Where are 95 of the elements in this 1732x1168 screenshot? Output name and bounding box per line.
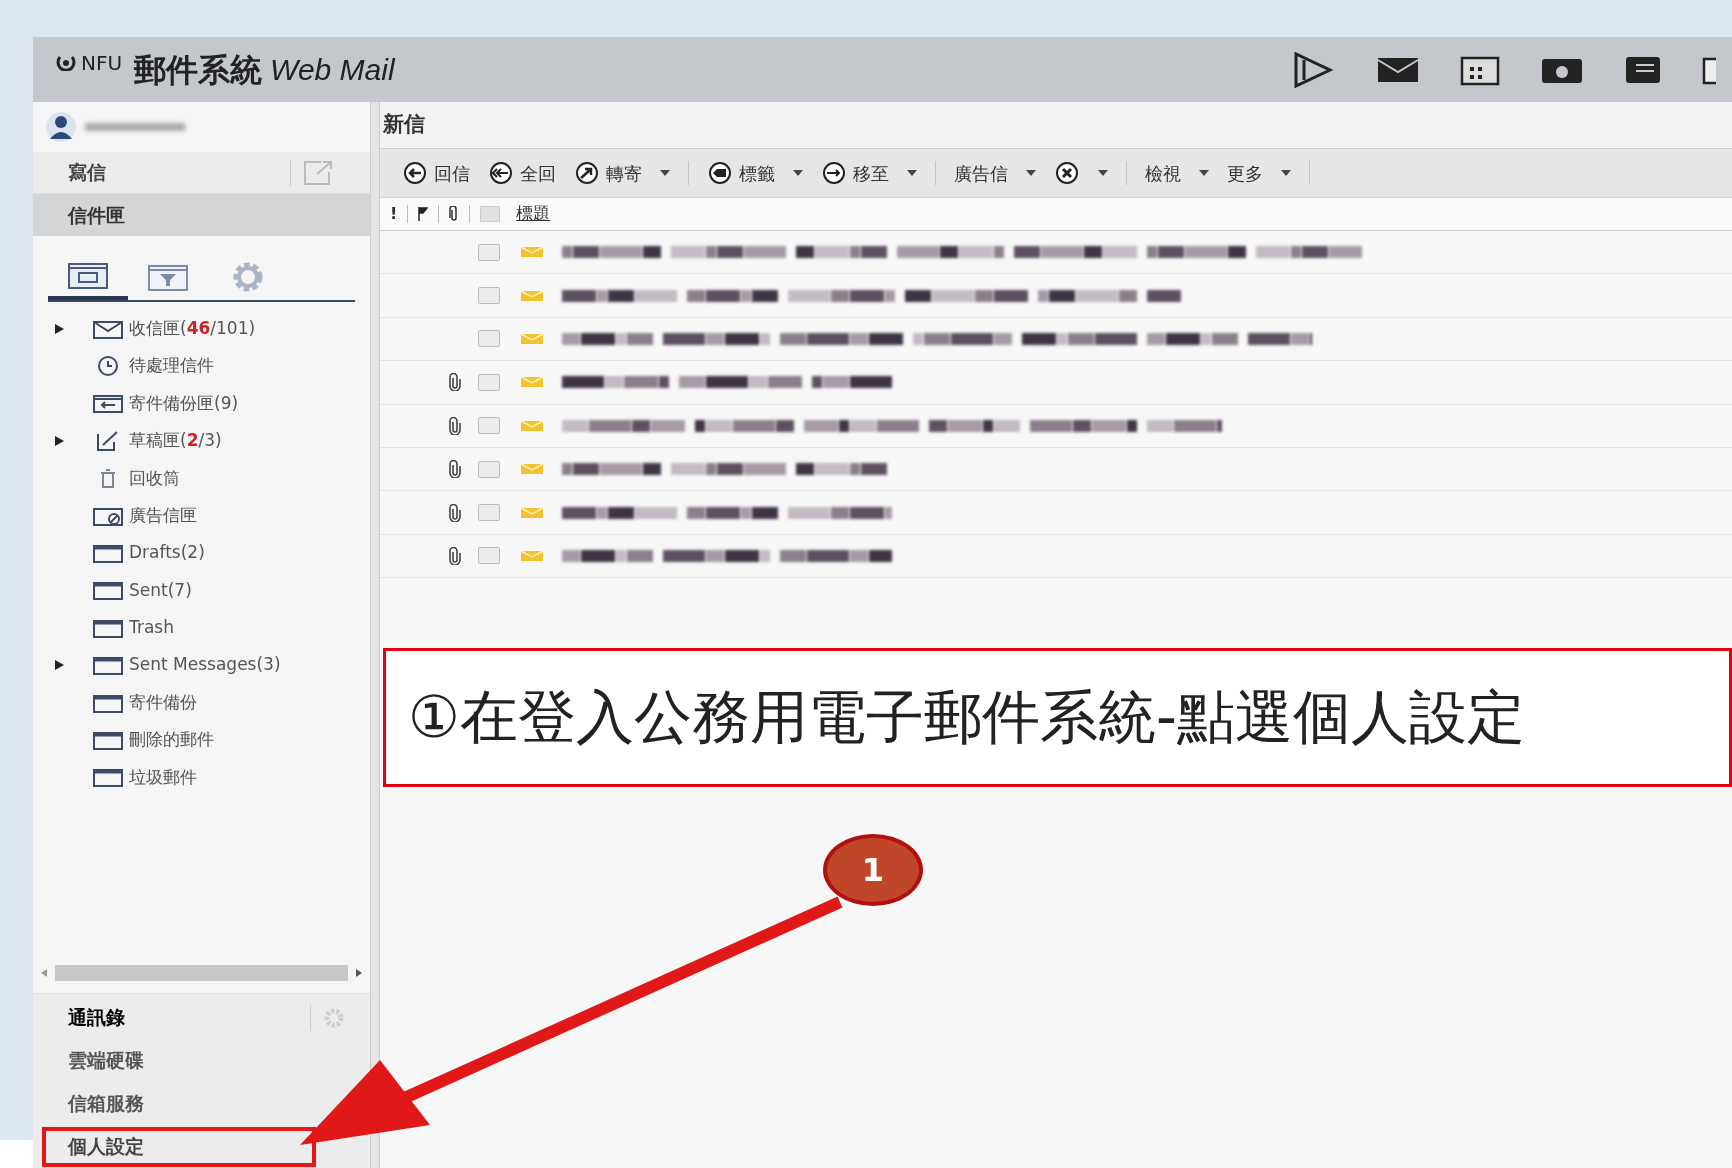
select-all-checkbox[interactable] xyxy=(480,206,501,222)
envelope-icon xyxy=(520,245,544,260)
row-checkbox[interactable] xyxy=(478,417,500,435)
sidebar-nav-item[interactable]: 雲端硬碟 xyxy=(33,1040,144,1081)
folder-item[interactable]: 待處理信件 xyxy=(33,347,370,385)
toolbar-button[interactable]: 回信 xyxy=(402,159,470,187)
folder-item[interactable]: 寄件備份 xyxy=(33,683,370,722)
caret-icon xyxy=(1281,170,1291,176)
new-window-icon xyxy=(303,159,335,186)
toolbar-button[interactable]: 全回 xyxy=(488,159,556,187)
folder-icon xyxy=(93,580,123,601)
reply-all-icon xyxy=(488,162,514,184)
folder-icon xyxy=(93,617,123,638)
paperclip-icon xyxy=(448,416,462,435)
scroll-left-icon xyxy=(41,969,47,977)
subject-column-header[interactable]: 標題 xyxy=(516,201,551,227)
folder-item[interactable]: Sent(7) xyxy=(33,571,370,610)
row-checkbox[interactable] xyxy=(478,547,500,565)
delete-icon xyxy=(1054,162,1080,184)
tag-icon xyxy=(707,162,733,184)
caret-icon xyxy=(793,170,803,176)
folder-icon xyxy=(93,655,123,676)
compose-button[interactable]: 寫信 xyxy=(33,152,370,194)
panel-splitter[interactable] xyxy=(370,102,380,1168)
paperclip-icon xyxy=(448,460,462,479)
toolbar-button[interactable]: 更多 xyxy=(1227,159,1291,187)
gear-icon xyxy=(323,1006,345,1029)
reply-icon xyxy=(402,162,428,184)
instruction-callout: ①在登入公務用電子郵件系統-點選個人設定 xyxy=(383,648,1732,787)
mailbox-tab[interactable]: 信件匣 xyxy=(33,194,370,236)
folder-item[interactable]: 廣告信匣 xyxy=(33,496,370,535)
caret-icon xyxy=(660,170,670,176)
sidebar-nav-item[interactable]: 通訊錄 xyxy=(33,997,370,1038)
user-avatar-icon xyxy=(45,111,77,143)
folder-item[interactable]: Trash xyxy=(33,609,370,647)
folder-icon xyxy=(93,767,123,788)
paperclip-icon xyxy=(448,373,462,392)
folder-item[interactable]: 刪除的郵件 xyxy=(33,721,370,759)
caret-icon xyxy=(907,170,917,176)
sidebar-nav-item[interactable]: 個人設定 xyxy=(42,1126,316,1167)
row-checkbox[interactable] xyxy=(478,243,500,261)
blocked-folder-icon xyxy=(93,505,123,526)
folder-item[interactable]: Sent Messages(3) xyxy=(33,646,370,684)
expand-arrow-icon xyxy=(55,435,64,446)
paperclip-icon xyxy=(448,546,462,565)
forward-icon xyxy=(574,162,600,184)
logo-text: NFU xyxy=(81,52,123,73)
caret-icon xyxy=(1026,170,1036,176)
folder-item[interactable]: 草稿匣(2/3) xyxy=(33,422,370,460)
envelope-folder-icon xyxy=(93,318,123,339)
toolbar-button[interactable]: 轉寄 xyxy=(574,159,670,187)
move-icon xyxy=(821,162,847,184)
envelope-icon xyxy=(520,375,544,390)
folder-icon xyxy=(93,692,123,713)
mail-icon[interactable] xyxy=(1376,55,1420,84)
toolbar-button[interactable]: 檢視 xyxy=(1145,159,1209,187)
envelope-icon xyxy=(520,505,544,520)
expand-arrow-icon xyxy=(55,660,64,671)
folder-icon xyxy=(93,730,123,750)
envelope-icon xyxy=(520,462,544,477)
filter-folder-icon xyxy=(147,262,189,292)
scroll-right-icon xyxy=(356,969,362,977)
row-checkbox[interactable] xyxy=(478,504,500,522)
row-checkbox[interactable] xyxy=(478,287,500,305)
priority-column-header[interactable]: ! xyxy=(390,202,398,226)
paperclip-icon xyxy=(448,503,462,522)
attachment-column-icon[interactable] xyxy=(449,206,460,222)
toolbar-button[interactable]: 廣告信 xyxy=(954,159,1036,187)
app-subtitle: Web Mail xyxy=(270,52,395,88)
mail-folder-icon xyxy=(67,260,109,290)
toolbar-button[interactable]: 標籤 xyxy=(707,159,803,187)
card-icon[interactable] xyxy=(1624,54,1662,85)
expand-arrow-icon xyxy=(55,323,64,334)
caret-icon xyxy=(1098,170,1108,176)
flag-column-icon[interactable] xyxy=(418,207,429,221)
folder-icon xyxy=(93,543,123,564)
toolbar-button[interactable]: 移至 xyxy=(821,159,917,187)
folder-item[interactable]: 垃圾郵件 xyxy=(33,758,370,797)
caret-icon xyxy=(1199,170,1209,176)
envelope-icon xyxy=(520,288,544,303)
sidebar-nav-item[interactable]: 信箱服務 xyxy=(33,1083,144,1124)
envelope-icon xyxy=(520,548,544,563)
panel-title: 新信 xyxy=(380,102,1732,148)
row-checkbox[interactable] xyxy=(478,460,500,478)
horizontal-scrollbar[interactable] xyxy=(41,963,362,983)
app-title: 郵件系統 xyxy=(134,49,263,91)
envelope-icon xyxy=(520,331,544,346)
envelope-icon xyxy=(520,418,544,433)
folder-item[interactable]: 收信匣(46/101) xyxy=(33,310,370,348)
toolbar-button[interactable] xyxy=(1054,162,1108,184)
folder-item[interactable]: 回收筒 xyxy=(33,459,370,497)
row-checkbox[interactable] xyxy=(478,373,500,391)
row-checkbox[interactable] xyxy=(478,330,500,348)
folder-item[interactable]: Drafts(2) xyxy=(33,534,370,572)
folder-item[interactable]: 寄件備份匣(9) xyxy=(33,384,370,423)
